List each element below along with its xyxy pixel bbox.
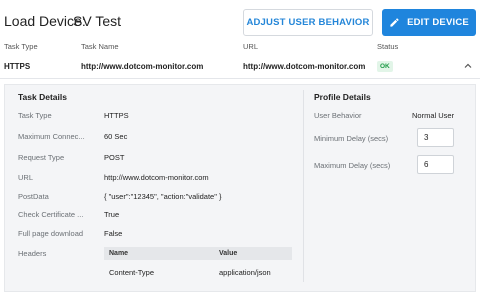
column-header-task-name: Task Name bbox=[81, 42, 119, 51]
task-row[interactable] bbox=[0, 56, 480, 79]
user-behavior-label: User Behavior bbox=[314, 111, 362, 120]
check-certificate-label: Check Certificate ... bbox=[18, 210, 84, 219]
request-type-value: POST bbox=[104, 153, 125, 162]
headers-row-value: application/json bbox=[219, 268, 271, 277]
max-delay-label: Maximum Delay (secs) bbox=[314, 161, 391, 170]
headers-col-name: Name bbox=[109, 250, 129, 257]
task-row-name: http://www.dotcom-monitor.com bbox=[81, 62, 204, 71]
full-page-download-label: Full page download bbox=[18, 229, 84, 238]
chevron-up-icon[interactable] bbox=[463, 61, 473, 71]
min-delay-label: Minimum Delay (secs) bbox=[314, 134, 389, 143]
task-row-url: http://www.dotcom-monitor.com bbox=[243, 62, 366, 71]
headers-label: Headers bbox=[18, 249, 47, 258]
headers-table-head bbox=[104, 247, 292, 260]
max-delay-input[interactable]: 6 bbox=[417, 155, 454, 174]
edit-device-label: EDIT DEVICE bbox=[407, 17, 469, 28]
edit-device-button[interactable]: EDIT DEVICE bbox=[382, 9, 476, 36]
column-header-status: Status bbox=[377, 42, 399, 51]
column-header-url: URL bbox=[243, 42, 259, 51]
headers-row-name: Content-Type bbox=[109, 268, 155, 277]
task-type-value: HTTPS bbox=[104, 111, 129, 120]
page-title-device-name: SV Test bbox=[73, 13, 121, 29]
task-details-title: Task Details bbox=[18, 92, 67, 102]
min-delay-input[interactable]: 3 bbox=[417, 128, 454, 147]
task-type-label: Task Type bbox=[18, 111, 52, 120]
url-label: URL bbox=[18, 173, 34, 182]
max-connection-value: 60 Sec bbox=[104, 132, 128, 141]
column-header-task-type: Task Type bbox=[4, 42, 38, 51]
check-certificate-value: True bbox=[104, 210, 120, 219]
postdata-value: { "user":"12345", "action:"validate" } bbox=[104, 192, 222, 201]
status-badge: OK bbox=[377, 61, 393, 72]
pencil-icon bbox=[390, 18, 399, 27]
task-row-type: HTTPS bbox=[4, 62, 31, 71]
request-type-label: Request Type bbox=[18, 153, 65, 162]
headers-col-value: Value bbox=[219, 250, 238, 257]
adjust-user-behavior-button[interactable]: ADJUST USER BEHAVIOR bbox=[243, 9, 373, 36]
url-value: http://www.dotcom-monitor.com bbox=[104, 173, 209, 182]
profile-details-title: Profile Details bbox=[314, 92, 371, 102]
max-connection-label: Maximum Connec... bbox=[18, 132, 85, 141]
postdata-label: PostData bbox=[18, 192, 49, 201]
panel-divider bbox=[303, 90, 304, 282]
full-page-download-value: False bbox=[104, 229, 123, 238]
user-behavior-value: Normal User bbox=[412, 111, 455, 120]
